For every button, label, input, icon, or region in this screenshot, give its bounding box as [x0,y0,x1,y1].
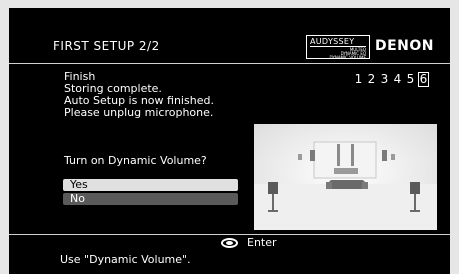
audyssey-logo-subtext: MULTEQ DYNAMIC EQ DYNAMIC VOLUME [330,48,366,60]
message-line: Please unplug microphone. [64,106,214,119]
setup-screen: FIRST SETUP 2/2 AUDYSSEY MULTEQ DYNAMIC … [9,8,450,274]
header-bar: FIRST SETUP 2/2 AUDYSSEY MULTEQ DYNAMIC … [9,30,450,64]
footer-divider [9,234,450,235]
page-title: FIRST SETUP 2/2 [53,39,160,53]
step-number: 5 [406,72,415,86]
step-number-current: 6 [418,72,429,87]
dynamic-volume-question: Turn on Dynamic Volume? [64,154,207,167]
enter-button-icon [221,238,238,248]
message-block: Finish Storing complete. Auto Setup is n… [64,71,214,119]
step-number: 1 [354,72,363,86]
speaker-setup-illustration [254,124,437,230]
option-no[interactable]: No [63,193,238,205]
audyssey-logo-subline: DYNAMIC VOLUME [329,55,366,60]
brand-logo: DENON [375,38,435,54]
audyssey-logo: AUDYSSEY MULTEQ DYNAMIC EQ DYNAMIC VOLUM… [306,35,370,60]
speaker-room-image [254,124,437,230]
step-number: 2 [367,72,376,86]
status-text: Use "Dynamic Volume". [60,253,191,266]
option-yes[interactable]: Yes [63,179,238,191]
step-number: 3 [380,72,389,86]
step-indicator: 123456 [353,72,431,87]
enter-label: Enter [247,236,277,249]
step-number: 4 [393,72,402,86]
audyssey-logo-text: AUDYSSEY [310,37,355,46]
